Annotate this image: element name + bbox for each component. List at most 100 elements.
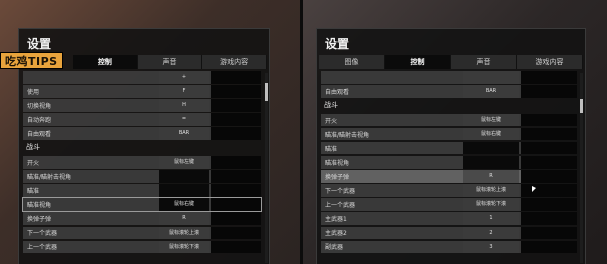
settings-panel-right: 设置 图像 控制 声音 游戏内容 自由观看 BAR 战斗 开火 鼠标左键 瞄准/瞄射击视角 鼠标右… bbox=[316, 28, 586, 264]
secondary-key-binding[interactable] bbox=[521, 240, 577, 254]
primary-key-binding[interactable]: + bbox=[159, 71, 209, 84]
secondary-key-binding[interactable] bbox=[211, 184, 261, 197]
secondary-key-binding[interactable] bbox=[521, 141, 577, 155]
secondary-key-binding[interactable] bbox=[211, 71, 261, 84]
secondary-key-binding[interactable] bbox=[521, 226, 577, 240]
primary-key-binding[interactable]: R bbox=[159, 212, 209, 225]
keybind-row[interactable]: 主武器1 1 bbox=[321, 212, 577, 225]
primary-key-binding[interactable]: 2 bbox=[463, 226, 519, 240]
primary-key-binding[interactable] bbox=[159, 184, 209, 197]
keybind-row[interactable]: 下一个武器 鼠标滚轮上滚 bbox=[23, 226, 261, 240]
keybind-label: 瞄准/瞄射击视角 bbox=[325, 131, 370, 139]
primary-key-binding[interactable]: R bbox=[463, 170, 519, 183]
tab-2[interactable]: 游戏内容 bbox=[202, 55, 268, 69]
keybind-row[interactable]: 使用 F bbox=[23, 85, 261, 98]
keybind-row[interactable] bbox=[321, 71, 577, 84]
keybind-row[interactable]: 瞄准/瞄射击视角 bbox=[23, 170, 261, 183]
tab-3[interactable]: 游戏内容 bbox=[517, 55, 583, 69]
primary-key-binding[interactable]: 鼠标右键 bbox=[463, 127, 519, 141]
secondary-key-binding[interactable] bbox=[521, 212, 577, 225]
keybind-row[interactable]: 换弹子弹 R bbox=[23, 212, 261, 225]
secondary-key-binding[interactable] bbox=[211, 127, 261, 140]
primary-key-binding[interactable]: = bbox=[159, 113, 209, 126]
tab-2[interactable]: 声音 bbox=[451, 55, 517, 69]
tab-1[interactable]: 控制 bbox=[385, 55, 451, 69]
primary-key-binding[interactable]: 3 bbox=[463, 240, 519, 254]
keybind-label: 下一个武器 bbox=[27, 230, 58, 238]
scrollbar[interactable] bbox=[265, 73, 268, 263]
primary-key-binding[interactable] bbox=[463, 156, 519, 169]
keybind-row[interactable]: 上一个武器 鼠标滚轮下滚 bbox=[321, 198, 577, 211]
secondary-key-binding[interactable] bbox=[211, 198, 261, 211]
keybind-row[interactable]: + bbox=[23, 71, 261, 84]
keybind-label: 瞄准/瞄射击视角 bbox=[27, 173, 72, 181]
secondary-key-binding[interactable] bbox=[521, 85, 577, 98]
primary-key-binding[interactable]: 鼠标滚轮上滚 bbox=[159, 226, 209, 240]
keybind-row[interactable]: 自由观看 BAR bbox=[23, 127, 261, 140]
secondary-key-binding[interactable] bbox=[521, 156, 577, 169]
secondary-key-binding[interactable] bbox=[211, 99, 261, 112]
primary-key-binding[interactable]: H bbox=[159, 99, 209, 112]
keybind-row[interactable]: 下一个武器 鼠标滚轮上滚 bbox=[321, 184, 577, 197]
secondary-key-binding[interactable] bbox=[521, 198, 577, 211]
primary-key-binding[interactable] bbox=[159, 170, 209, 183]
keybind-label: 自动奔跑 bbox=[27, 117, 52, 125]
secondary-key-binding[interactable] bbox=[211, 85, 261, 98]
primary-key-binding[interactable]: 鼠标右键 bbox=[159, 198, 209, 211]
keybind-row[interactable]: 自由观看 BAR bbox=[321, 85, 577, 98]
tab-0[interactable]: 控制 bbox=[73, 55, 138, 69]
keybind-row[interactable]: 瞄准 bbox=[321, 141, 577, 155]
primary-key-binding[interactable]: BAR bbox=[159, 127, 209, 140]
tab-1[interactable]: 声音 bbox=[137, 55, 203, 69]
keybind-row[interactable]: 换弹子弹 R bbox=[321, 170, 577, 183]
keybind-label: 自由观看 bbox=[27, 131, 52, 139]
primary-key-binding[interactable]: 1 bbox=[463, 212, 519, 225]
primary-key-binding[interactable]: F bbox=[159, 85, 209, 98]
tab-0[interactable]: 图像 bbox=[319, 55, 385, 69]
primary-key-binding[interactable]: BAR bbox=[463, 85, 519, 98]
keybind-row[interactable]: 瞄准视角 鼠标右键 bbox=[22, 197, 262, 212]
section-header: 战斗 bbox=[324, 101, 338, 110]
secondary-key-binding[interactable] bbox=[521, 71, 577, 84]
keybind-label: 开火 bbox=[27, 159, 40, 167]
screenshot-divider bbox=[300, 0, 303, 264]
scrollbar[interactable] bbox=[580, 73, 583, 263]
keybind-row[interactable]: 瞄准视角 bbox=[321, 156, 577, 169]
scrollbar-thumb[interactable] bbox=[265, 83, 268, 101]
keybind-label: 瞄准视角 bbox=[325, 159, 350, 167]
secondary-key-binding[interactable] bbox=[211, 212, 261, 225]
keybind-label: 下一个武器 bbox=[325, 188, 356, 195]
secondary-key-binding[interactable] bbox=[521, 184, 577, 197]
keybind-row[interactable]: 瞄准 bbox=[23, 184, 261, 197]
settings-tabs: 控制 声音 游戏内容 bbox=[73, 55, 268, 69]
secondary-key-binding[interactable] bbox=[521, 113, 577, 127]
primary-key-binding[interactable] bbox=[463, 141, 519, 155]
keybind-row[interactable]: 开火 鼠标左键 bbox=[321, 113, 577, 127]
keybind-row[interactable]: 瞄准/瞄射击视角 鼠标右键 bbox=[321, 127, 577, 141]
primary-key-binding[interactable] bbox=[463, 71, 519, 84]
secondary-key-binding[interactable] bbox=[521, 170, 577, 183]
keybind-label: 自由观看 bbox=[325, 88, 350, 96]
primary-key-binding[interactable]: 鼠标左键 bbox=[463, 113, 519, 127]
primary-key-binding[interactable]: 鼠标滚轮下滚 bbox=[159, 240, 209, 254]
secondary-key-binding[interactable] bbox=[211, 240, 261, 254]
keybind-row[interactable]: 主武器2 2 bbox=[321, 226, 577, 240]
keybind-label: 瞄准 bbox=[27, 188, 40, 195]
keybind-row[interactable]: 自动奔跑 = bbox=[23, 113, 261, 126]
primary-key-binding[interactable]: 鼠标滚轮下滚 bbox=[463, 198, 519, 211]
keybind-row[interactable]: 开火 鼠标左键 bbox=[23, 156, 261, 169]
watermark-logo: 吃鸡TIPS bbox=[0, 52, 63, 69]
secondary-key-binding[interactable] bbox=[211, 226, 261, 240]
keybind-label: 换弹子弹 bbox=[27, 216, 52, 224]
secondary-key-binding[interactable] bbox=[211, 156, 261, 169]
secondary-key-binding[interactable] bbox=[211, 170, 261, 183]
keybind-row[interactable]: 副武器 3 bbox=[321, 240, 577, 254]
keybind-row[interactable]: 切换视角 H bbox=[23, 99, 261, 112]
scrollbar-thumb[interactable] bbox=[580, 99, 583, 113]
keybind-row[interactable]: 上一个武器 鼠标滚轮下滚 bbox=[23, 240, 261, 254]
primary-key-binding[interactable]: 鼠标左键 bbox=[159, 156, 209, 169]
secondary-key-binding[interactable] bbox=[211, 113, 261, 126]
keybind-label: 瞄准 bbox=[325, 145, 338, 153]
primary-key-binding[interactable]: 鼠标滚轮上滚 bbox=[463, 184, 519, 197]
secondary-key-binding[interactable] bbox=[521, 127, 577, 141]
